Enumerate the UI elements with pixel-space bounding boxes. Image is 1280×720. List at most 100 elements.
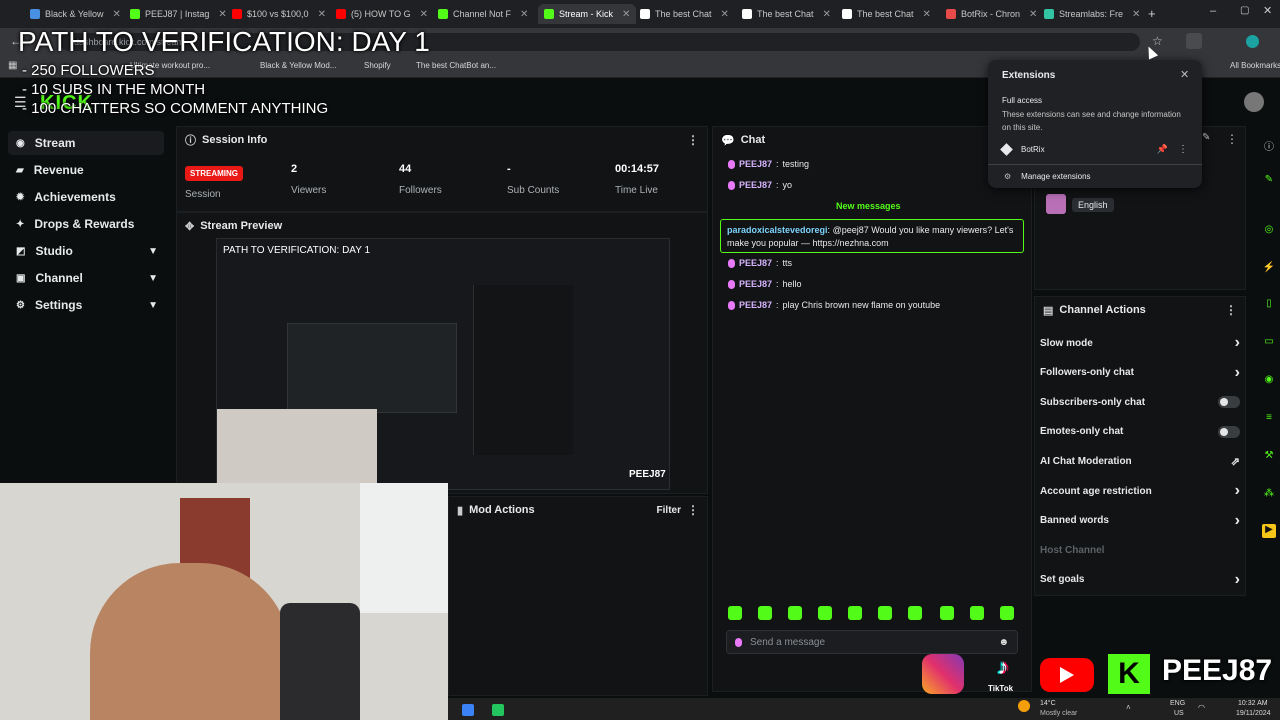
bookmark-shopify[interactable]: Shopify [364, 61, 391, 70]
sidebar-item-stream[interactable]: ◉ Stream [8, 131, 164, 155]
new-messages-divider[interactable]: New messages [836, 201, 901, 211]
all-bookmarks[interactable]: All Bookmarks [1230, 61, 1280, 70]
rail-info-icon[interactable]: ⓘ [1262, 138, 1276, 153]
tray-chevron-icon[interactable]: ˄ [1126, 703, 1131, 712]
channel-action-slow-mode[interactable]: Slow mode › [1040, 332, 1240, 354]
rail-tool-icon[interactable]: ⚒ [1262, 450, 1276, 464]
chevron-down-icon[interactable]: ▼ [148, 300, 158, 311]
apps-grid-icon[interactable]: ▦ [8, 60, 17, 71]
chevron-right-icon[interactable]: › [1235, 334, 1240, 352]
channel-action-ai-chat-moderation[interactable]: AI Chat Moderation ⇗ [1040, 450, 1240, 472]
clock-time[interactable]: 10:32 AM [1238, 700, 1268, 707]
tab-close-icon[interactable]: ✕ [318, 9, 326, 20]
emote-icon[interactable] [1000, 606, 1014, 620]
chat-username[interactable]: PEEJ87 [739, 279, 772, 289]
taskbar-app-icon[interactable] [462, 704, 474, 716]
stream-preview-video[interactable]: PATH TO VERIFICATION: DAY 1 PEEJ87 [216, 238, 670, 490]
sidebar-item-studio[interactable]: ◩ Studio ▼ [8, 239, 164, 263]
browser-tab[interactable]: Streamlabs: Fre ✕ [1044, 4, 1142, 24]
tab-close-icon[interactable]: ✕ [721, 9, 729, 20]
emote-icon[interactable] [878, 606, 892, 620]
manage-extensions[interactable]: ⚙ Manage extensions [988, 164, 1202, 188]
rail-list-icon[interactable]: ≡ [1262, 412, 1276, 426]
browser-tab[interactable]: Channel Not F ✕ [438, 4, 536, 24]
chat-username[interactable]: PEEJ87 [739, 300, 772, 310]
tab-close-icon[interactable]: ✕ [520, 9, 528, 20]
pin-icon[interactable]: 📌 [1157, 144, 1168, 155]
extensions-close-icon[interactable]: ✕ [1180, 68, 1189, 81]
browser-tab[interactable]: (5) HOW TO G ✕ [336, 4, 434, 24]
browser-tab[interactable]: Black & Yellow ✕ [30, 4, 128, 24]
browser-tab[interactable]: The best Chat ✕ [640, 4, 738, 24]
browser-tab[interactable]: BotRix - Chron ✕ [946, 4, 1044, 24]
drag-handle-icon[interactable]: ▮ [457, 504, 463, 517]
sidebar-item-settings[interactable]: ⚙ Settings ▼ [8, 293, 164, 317]
chevron-right-icon[interactable]: › [1235, 512, 1240, 530]
emote-icon[interactable] [940, 606, 954, 620]
rail-edit-icon[interactable]: ✎ [1262, 174, 1276, 188]
chat-username[interactable]: PEEJ87 [739, 180, 772, 190]
channel-action-account-age-restriction[interactable]: Account age restriction › [1040, 480, 1240, 502]
browser-tab[interactable]: The best Chat ✕ [742, 4, 840, 24]
external-link-icon[interactable]: ⇗ [1231, 455, 1240, 468]
tab-close-icon[interactable]: ✕ [218, 9, 226, 20]
emote-icon[interactable] [758, 606, 772, 620]
bookmark-black-yellow[interactable]: Black & Yellow Mod... [260, 61, 336, 70]
channel-action-followers-only-chat[interactable]: Followers-only chat › [1040, 362, 1240, 384]
channel-actions-menu-icon[interactable]: ⋮ [1225, 303, 1237, 317]
tab-close-icon[interactable]: ✕ [823, 9, 831, 20]
rail-doc-icon[interactable]: ▯ [1262, 298, 1276, 312]
chat-input[interactable]: Send a message ☻ [726, 630, 1018, 654]
user-avatar[interactable] [1244, 92, 1264, 112]
channel-action-set-goals[interactable]: Set goals › [1040, 569, 1240, 591]
window-close-button[interactable]: ✕ [1263, 4, 1272, 17]
sidebar-item-revenue[interactable]: ▰ Revenue [8, 158, 164, 182]
emote-icon[interactable] [848, 606, 862, 620]
emote-icon[interactable] [728, 606, 742, 620]
mod-actions-filter[interactable]: Filter [657, 505, 681, 516]
emoji-icon[interactable]: ☻ [998, 637, 1009, 648]
chat-username[interactable]: PEEJ87 [739, 159, 772, 169]
language-tag[interactable]: English [1072, 198, 1114, 212]
browser-tab[interactable]: The best Chat ✕ [842, 4, 940, 24]
chevron-right-icon[interactable]: › [1235, 364, 1240, 382]
sidebar-item-channel[interactable]: ▣ Channel ▼ [8, 266, 164, 290]
drag-handle-icon[interactable]: ✥ [185, 220, 194, 233]
clock-date[interactable]: 19/11/2024 [1236, 710, 1271, 717]
region-indicator[interactable]: US [1174, 710, 1184, 717]
sidebar-item-drops-rewards[interactable]: ✦ Drops & Rewards [8, 212, 164, 236]
rail-bolt-icon[interactable]: ⚡ [1262, 262, 1276, 276]
wifi-icon[interactable]: ◠ [1198, 703, 1205, 712]
new-tab-button[interactable]: + [1148, 6, 1156, 21]
rail-group-icon[interactable]: ⁂ [1262, 488, 1276, 502]
extension-menu-icon[interactable]: ⋮ [1178, 144, 1188, 155]
rail-target-icon[interactable]: ◎ [1262, 224, 1276, 238]
chevron-right-icon[interactable]: › [1235, 482, 1240, 500]
profile-avatar[interactable] [1246, 35, 1259, 48]
taskbar-app-icon[interactable] [492, 704, 504, 716]
chat-username[interactable]: paradoxicalstevedoregi [727, 225, 828, 235]
tab-close-icon[interactable]: ✕ [923, 9, 931, 20]
channel-action-subscribers-only-chat[interactable]: Subscribers-only chat [1040, 391, 1240, 413]
chat-username[interactable]: PEEJ87 [739, 258, 772, 268]
rail-chat-icon[interactable]: ▭ [1262, 336, 1276, 350]
rail-media-icon[interactable]: ▶ [1262, 524, 1276, 538]
chatroom-menu-icon[interactable]: ⋮ [1226, 132, 1238, 146]
emote-icon[interactable] [970, 606, 984, 620]
mod-actions-menu-icon[interactable]: ⋮ [687, 503, 699, 517]
tab-close-icon[interactable]: ✕ [1029, 9, 1037, 20]
toggle-switch[interactable] [1218, 425, 1240, 438]
window-minimize-button[interactable]: – [1210, 5, 1216, 17]
toggle-switch[interactable] [1218, 396, 1240, 409]
chatroom-edit-icon[interactable]: ✎ [1202, 132, 1210, 143]
tab-close-icon[interactable]: ✕ [113, 9, 121, 20]
browser-tab[interactable]: $100 vs $100,0 ✕ [232, 4, 330, 24]
chevron-down-icon[interactable]: ▼ [148, 273, 158, 284]
chevron-down-icon[interactable]: ▼ [148, 246, 158, 257]
tab-close-icon[interactable]: ✕ [1132, 9, 1140, 20]
language-indicator[interactable]: ENG [1170, 700, 1185, 707]
browser-tab[interactable]: Stream - Kick ✕ [538, 4, 636, 24]
channel-action-emotes-only-chat[interactable]: Emotes-only chat [1040, 421, 1240, 443]
chevron-right-icon[interactable]: › [1235, 571, 1240, 589]
session-info-menu-icon[interactable]: ⋮ [687, 133, 699, 147]
